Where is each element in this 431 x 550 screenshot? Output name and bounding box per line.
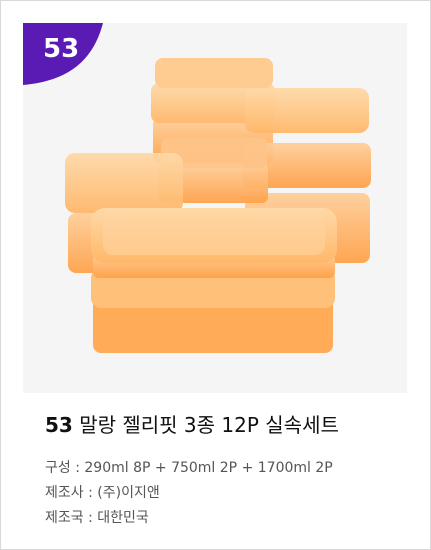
spec-separator: : [83,510,98,526]
spec-label: 제조국 [45,510,84,526]
product-name: 말랑 젤리핏 3종 12P 실속세트 [79,413,339,437]
spec-composition: 구성 : 290ml 8P + 750ml 2P + 1700ml 2P [45,457,333,477]
badge-number: 53 [43,34,80,64]
spec-value: 대한민국 [97,510,149,526]
spec-separator: : [83,485,98,501]
spec-value: 290ml 8P + 750ml 2P + 1700ml 2P [84,460,333,476]
rank-badge: 53 [23,23,103,85]
spec-label: 구성 [45,460,71,476]
product-card[interactable]: 53 53 말랑 젤리핏 3종 12P 실속세트 구성 : 290ml 8P +… [0,0,431,550]
spec-separator: : [70,460,85,476]
spec-value: (주)이지앤 [97,485,160,501]
spec-country: 제조국 : 대한민국 [45,507,149,527]
spec-label: 제조사 [45,485,84,501]
product-number: 53 [45,413,73,437]
spec-manufacturer: 제조사 : (주)이지앤 [45,482,160,502]
large-container-front [91,208,337,353]
product-title[interactable]: 53 말랑 젤리핏 3종 12P 실속세트 [45,409,339,438]
